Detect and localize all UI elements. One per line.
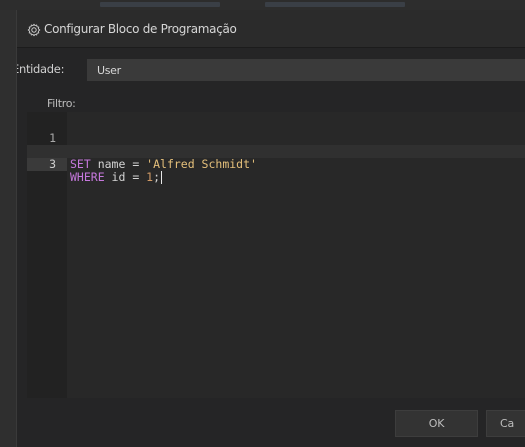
background-tab bbox=[265, 2, 405, 7]
code-line: 1 UPDATE User bbox=[27, 119, 525, 158]
dialog-footer: OK Ca bbox=[17, 398, 525, 447]
background-window-edge bbox=[0, 10, 16, 447]
ok-button[interactable]: OK bbox=[395, 410, 478, 437]
line-number: 3 bbox=[27, 158, 67, 171]
entity-field[interactable] bbox=[87, 59, 525, 81]
dialog-title: Configurar Bloco de Programação bbox=[44, 21, 237, 36]
screen: Configurar Bloco de Programação Entidade… bbox=[0, 0, 525, 447]
background-window-strip bbox=[0, 0, 525, 10]
code-editor[interactable]: 1 UPDATE User 2 SET name = 'Alfred Schmi… bbox=[27, 112, 525, 398]
background-tab bbox=[100, 2, 220, 7]
code-text: WHERE id = 1; bbox=[70, 170, 163, 184]
code-line: 2 SET name = 'Alfred Schmidt' bbox=[27, 132, 525, 171]
cancel-button[interactable]: Ca bbox=[486, 410, 525, 437]
code-line-current: 3 WHERE id = 1; bbox=[27, 145, 525, 184]
dialog-titlebar[interactable]: Configurar Bloco de Programação bbox=[17, 10, 525, 48]
configure-block-dialog: Configurar Bloco de Programação Entidade… bbox=[16, 10, 525, 447]
entity-row: Entidade: bbox=[17, 59, 525, 81]
text-cursor bbox=[161, 171, 163, 184]
entity-label: Entidade: bbox=[16, 62, 65, 76]
gear-icon bbox=[27, 22, 41, 36]
filter-label: Filtro: bbox=[47, 97, 76, 110]
